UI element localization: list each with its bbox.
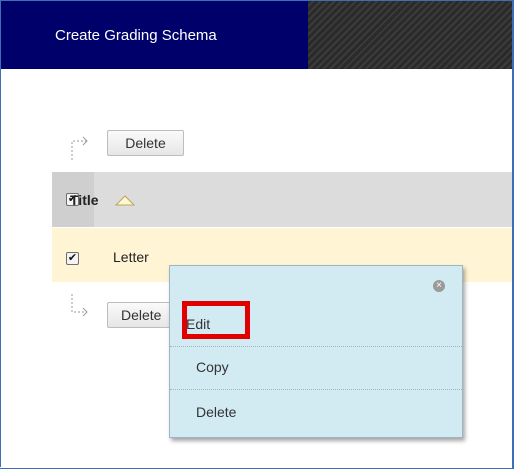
- title-column-header[interactable]: Title: [70, 192, 99, 208]
- sort-ascending-icon[interactable]: [115, 194, 135, 206]
- header-title-cell[interactable]: [94, 172, 512, 227]
- menu-item-edit-label: Edit: [186, 316, 211, 332]
- row-checkbox[interactable]: ✔: [66, 252, 79, 265]
- delete-button-bottom-label: Delete: [121, 307, 162, 323]
- context-menu: × Edit Copy Delete: [169, 265, 463, 438]
- menu-divider: [170, 389, 462, 390]
- menu-item-copy[interactable]: Copy: [170, 347, 462, 387]
- create-grading-schema-label: Create Grading Schema: [55, 26, 217, 44]
- delete-button-top-label: Delete: [125, 135, 166, 151]
- row-title-link[interactable]: Letter: [113, 249, 149, 265]
- create-grading-schema-button[interactable]: Create Grading Schema: [1, 1, 308, 69]
- bulk-action-arrow-icon: [71, 136, 88, 160]
- delete-button-bottom[interactable]: Delete: [107, 302, 177, 328]
- menu-item-delete-label: Delete: [196, 404, 237, 420]
- menu-item-delete[interactable]: Delete: [170, 392, 462, 432]
- menu-item-edit[interactable]: Edit: [170, 304, 462, 344]
- delete-button-top[interactable]: Delete: [107, 130, 184, 156]
- action-bar: Create Grading Schema: [1, 1, 512, 69]
- context-menu-header: ×: [170, 266, 462, 304]
- close-icon[interactable]: ×: [433, 280, 445, 292]
- menu-item-copy-label: Copy: [196, 359, 229, 375]
- bulk-action-arrow-icon: [71, 294, 88, 316]
